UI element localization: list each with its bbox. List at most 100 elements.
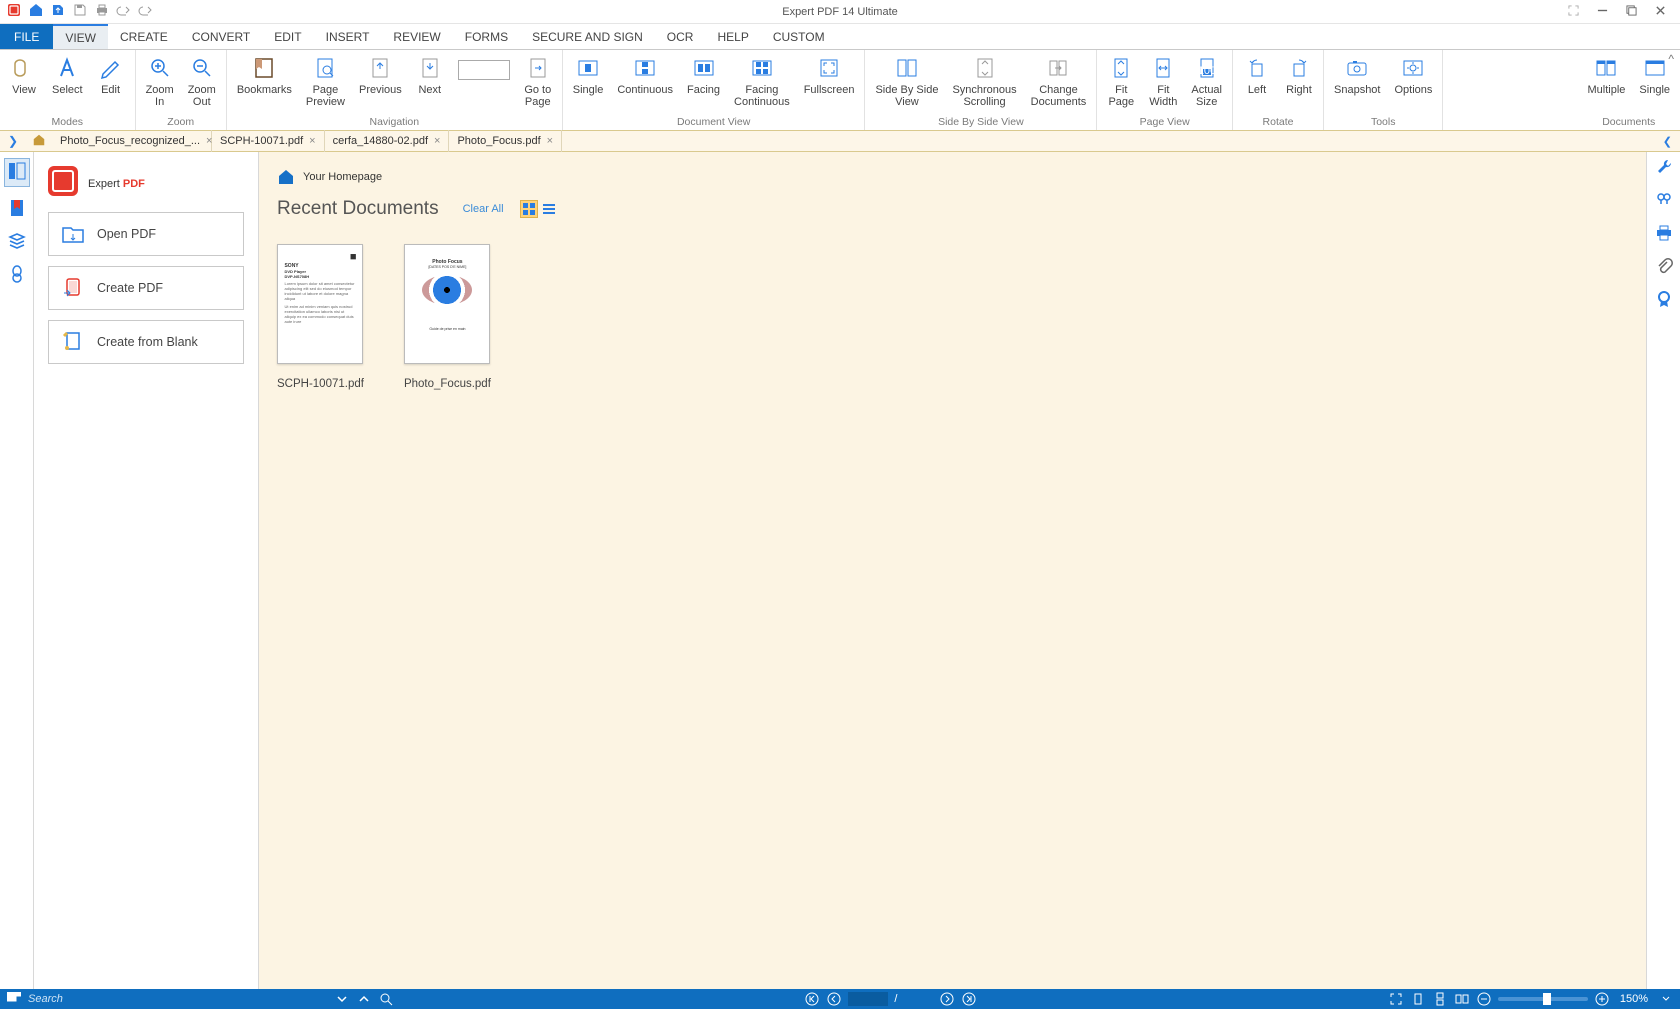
document-tab[interactable]: Photo_Focus.pdf× [449, 130, 562, 152]
zoom-level[interactable]: 150% [1616, 993, 1652, 1005]
print-panel-icon[interactable] [1655, 224, 1673, 245]
facing-sb-icon[interactable] [1454, 991, 1470, 1007]
work-area: Expert PDF Open PDF Create PDF Create fr… [0, 152, 1680, 989]
menu-view[interactable]: VIEW [53, 24, 108, 49]
breadcrumb[interactable]: Your Homepage [277, 168, 1628, 186]
close-tab-icon[interactable]: × [434, 135, 440, 147]
options-button[interactable]: Options [1388, 52, 1438, 115]
zoom-slider[interactable] [1498, 997, 1588, 1001]
menu-insert[interactable]: INSERT [314, 24, 382, 49]
fit-page-sb-icon[interactable] [1388, 991, 1404, 1007]
menu-secure[interactable]: SECURE AND SIGN [520, 24, 655, 49]
menu-create[interactable]: CREATE [108, 24, 180, 49]
collapse-ribbon-icon[interactable]: ^ [1668, 52, 1674, 66]
menu-file[interactable]: FILE [0, 24, 53, 49]
menu-convert[interactable]: CONVERT [180, 24, 262, 49]
convert-icon[interactable] [50, 2, 66, 21]
document-tab[interactable]: Photo_Focus_recognized_...× [52, 130, 212, 152]
close-tab-icon[interactable]: × [309, 135, 315, 147]
zoom-out-sb-icon[interactable] [1476, 991, 1492, 1007]
document-tab[interactable]: cerfa_14880-02.pdf× [325, 130, 450, 152]
last-page-icon[interactable] [961, 991, 977, 1007]
zoom-in-button[interactable]: Zoom In [140, 52, 180, 115]
fit-page-button[interactable]: Fit Page [1101, 52, 1141, 115]
collapse-right-icon[interactable]: ❮ [1663, 135, 1680, 148]
next-button[interactable]: Next [410, 52, 450, 115]
redo-icon[interactable] [138, 2, 154, 21]
continuous-sb-icon[interactable] [1432, 991, 1448, 1007]
left-rail [0, 152, 34, 989]
menu-help[interactable]: HELP [705, 24, 760, 49]
close-tab-icon[interactable]: × [547, 135, 553, 147]
menu-review[interactable]: REVIEW [381, 24, 452, 49]
cert-panel-icon[interactable] [1655, 290, 1673, 311]
tools-panel-icon[interactable] [1655, 158, 1673, 179]
expand-panel-icon[interactable]: ❯ [0, 134, 26, 148]
change-documents-button[interactable]: Change Documents [1025, 52, 1093, 115]
zoom-dropdown-icon[interactable] [1658, 991, 1674, 1007]
menu-forms[interactable]: FORMS [453, 24, 520, 49]
right-rail [1646, 152, 1680, 989]
home-tab-icon[interactable] [26, 133, 52, 150]
goto-page-button[interactable]: Go to Page [518, 52, 558, 115]
side-by-side-button[interactable]: Side By Side View [869, 52, 944, 115]
grid-view-icon[interactable] [520, 200, 538, 218]
single-sb-icon[interactable] [1410, 991, 1426, 1007]
close-icon[interactable] [1655, 5, 1666, 19]
attach-panel-icon[interactable] [1655, 257, 1673, 278]
open-pdf-button[interactable]: Open PDF [48, 212, 244, 256]
facing-continuous-button[interactable]: Facing Continuous [728, 52, 796, 115]
mode-select-button[interactable]: Select [46, 52, 89, 115]
layers-panel-icon[interactable] [8, 232, 26, 253]
first-page-icon[interactable] [804, 991, 820, 1007]
rotate-left-button[interactable]: Left [1237, 52, 1277, 115]
docs-multiple-button[interactable]: Multiple [1582, 52, 1632, 115]
fit-width-button[interactable]: Fit Width [1143, 52, 1183, 115]
search-icon[interactable] [378, 991, 394, 1007]
chevron-down-icon[interactable] [334, 991, 350, 1007]
document-tab[interactable]: SCPH-10071.pdf× [212, 130, 325, 152]
grid-icon[interactable] [6, 991, 22, 1007]
clear-all-link[interactable]: Clear All [463, 203, 504, 215]
chevron-up-icon[interactable] [356, 991, 372, 1007]
save-icon[interactable] [72, 2, 88, 21]
list-view-icon[interactable] [540, 200, 558, 218]
minimize-icon[interactable] [1597, 5, 1608, 19]
bookmarks-panel-icon[interactable] [8, 199, 26, 220]
page-number-input[interactable] [452, 52, 516, 115]
undo-icon[interactable] [116, 2, 132, 21]
search-input[interactable] [28, 991, 328, 1007]
prev-page-icon[interactable] [826, 991, 842, 1007]
mode-edit-button[interactable]: Edit [91, 52, 131, 115]
page-current-input[interactable] [848, 992, 888, 1006]
attachments-panel-icon[interactable] [8, 265, 26, 286]
thumbnails-panel-icon[interactable] [4, 158, 30, 187]
bookmarks-button[interactable]: Bookmarks [231, 52, 298, 115]
fullscreen-button[interactable]: Fullscreen [798, 52, 861, 115]
continuous-view-button[interactable]: Continuous [611, 52, 679, 115]
sync-scroll-button[interactable]: Synchronous Scrolling [946, 52, 1022, 115]
fit-icon[interactable] [1568, 5, 1579, 19]
create-pdf-button[interactable]: Create PDF [48, 266, 244, 310]
recent-document[interactable]: Photo Focus [DATES POS D'E NIME] Guide d… [404, 244, 491, 390]
print-icon[interactable] [94, 2, 110, 21]
menu-ocr[interactable]: OCR [655, 24, 706, 49]
previous-button[interactable]: Previous [353, 52, 408, 115]
home-icon[interactable] [28, 2, 44, 21]
page-preview-button[interactable]: Page Preview [300, 52, 351, 115]
create-blank-button[interactable]: Create from Blank [48, 320, 244, 364]
menu-edit[interactable]: EDIT [262, 24, 313, 49]
facing-view-button[interactable]: Facing [681, 52, 726, 115]
zoom-out-button[interactable]: Zoom Out [182, 52, 222, 115]
rotate-right-button[interactable]: Right [1279, 52, 1319, 115]
zoom-in-sb-icon[interactable] [1594, 991, 1610, 1007]
mode-view-button[interactable]: View [4, 52, 44, 115]
maximize-icon[interactable] [1626, 5, 1637, 19]
single-view-button[interactable]: Single [567, 52, 610, 115]
menu-custom[interactable]: CUSTOM [761, 24, 837, 49]
snapshot-button[interactable]: Snapshot [1328, 52, 1386, 115]
next-page-icon[interactable] [939, 991, 955, 1007]
actual-size-button[interactable]: 100Actual Size [1185, 52, 1228, 115]
recent-document[interactable]: ■ SONYDVD PlayerDVP-NS708H Lorem ipsum d… [277, 244, 364, 390]
search-panel-icon[interactable] [1655, 191, 1673, 212]
